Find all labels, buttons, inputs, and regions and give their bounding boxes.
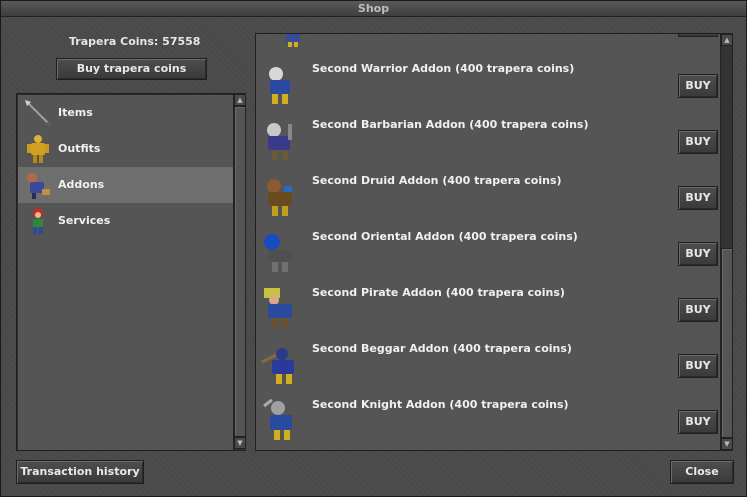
buy-button[interactable]: BUY	[678, 130, 718, 154]
buy-button[interactable]: BUY	[678, 186, 718, 210]
window-title[interactable]: Shop	[1, 1, 746, 17]
buy-button[interactable]: BUY	[678, 354, 718, 378]
beggar-outfit-icon	[261, 348, 294, 384]
transaction-history-button[interactable]: Transaction history	[16, 460, 144, 484]
category-label: Outfits	[58, 142, 101, 155]
scrollbar-thumb[interactable]	[721, 248, 732, 438]
category-label: Addons	[58, 178, 105, 191]
buy-button[interactable]: BUY	[678, 242, 718, 266]
scroll-up-icon[interactable]: ▲	[234, 94, 246, 106]
offer-item: Second Knight Addon (400 trapera coins) …	[256, 396, 720, 450]
category-item-services[interactable]: Services	[18, 203, 234, 239]
barbarian-outfit-icon	[267, 123, 292, 160]
golden-armor-icon	[27, 135, 49, 163]
offer-item: Second Barbarian Addon (400 trapera coin…	[256, 116, 720, 172]
category-list: Items Outfits Addons Services ▲ ▼	[16, 93, 246, 451]
knight-outfit-icon	[263, 398, 292, 440]
spear-icon	[25, 100, 51, 126]
offer-scrollbar[interactable]: ▲ ▼	[720, 34, 732, 450]
partial-buy-button[interactable]	[678, 34, 718, 37]
offer-name: Second Pirate Addon (400 trapera coins)	[312, 286, 565, 299]
coins-balance: Trapera Coins: 57558	[69, 35, 201, 48]
close-button[interactable]: Close	[670, 460, 734, 484]
offer-item: Second Beggar Addon (400 trapera coins) …	[256, 340, 720, 396]
shop-window: Shop Trapera Coins: 57558 Buy trapera co…	[0, 0, 747, 497]
category-item-addons[interactable]: Addons	[18, 167, 234, 203]
offer-name: Second Oriental Addon (400 trapera coins…	[312, 230, 578, 243]
offer-name: Second Warrior Addon (400 trapera coins)	[312, 62, 575, 75]
character-icon	[33, 208, 43, 234]
scrollbar-thumb[interactable]	[234, 106, 246, 437]
scroll-down-icon[interactable]: ▼	[721, 438, 732, 450]
warrior-outfit-icon	[269, 67, 290, 104]
addon-outfit-icon	[27, 173, 50, 199]
offer-name: Second Barbarian Addon (400 trapera coin…	[312, 118, 589, 131]
offer-item: Second Pirate Addon (400 trapera coins) …	[256, 284, 720, 340]
category-item-outfits[interactable]: Outfits	[18, 131, 234, 167]
offer-name: Second Beggar Addon (400 trapera coins)	[312, 342, 572, 355]
category-label: Items	[58, 106, 93, 119]
buy-button[interactable]: BUY	[678, 410, 718, 434]
buy-coins-button[interactable]: Buy trapera coins	[56, 58, 207, 80]
scroll-up-icon[interactable]: ▲	[721, 34, 732, 46]
offer-list: Second Warrior Addon (400 trapera coins)…	[255, 33, 733, 451]
scroll-down-icon[interactable]: ▼	[234, 437, 246, 449]
oriental-outfit-icon	[264, 234, 292, 272]
category-label: Services	[58, 214, 111, 227]
offer-item: Second Druid Addon (400 trapera coins) B…	[256, 172, 720, 228]
buy-button[interactable]: BUY	[678, 298, 718, 322]
offer-item: Second Warrior Addon (400 trapera coins)…	[256, 60, 720, 116]
pirate-outfit-icon	[264, 288, 292, 328]
offer-name: Second Druid Addon (400 trapera coins)	[312, 174, 562, 187]
druid-outfit-icon	[267, 179, 292, 216]
offer-item: Second Oriental Addon (400 trapera coins…	[256, 228, 720, 284]
offer-name: Second Knight Addon (400 trapera coins)	[312, 398, 569, 411]
buy-button[interactable]: BUY	[678, 74, 718, 98]
category-item-items[interactable]: Items	[18, 95, 234, 131]
partial-outfit-icon	[286, 34, 300, 47]
category-scrollbar[interactable]: ▲ ▼	[233, 94, 246, 450]
